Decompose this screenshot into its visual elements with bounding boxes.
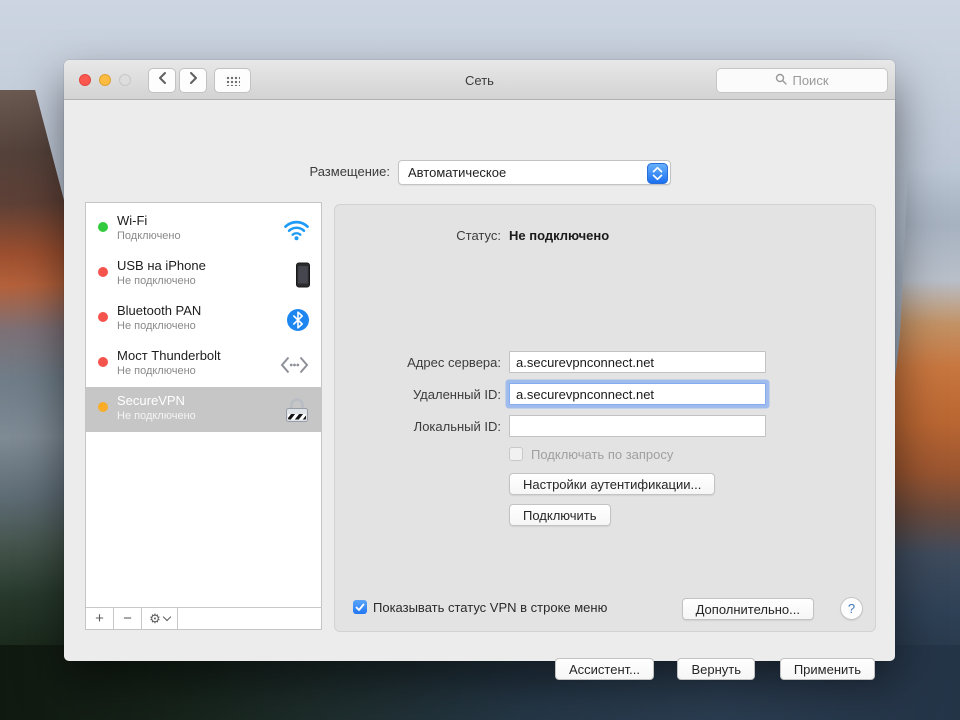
server-address-input[interactable] xyxy=(509,351,766,373)
service-row-securevpn[interactable]: SecureVPN Не подключено xyxy=(86,387,321,432)
service-detail-panel: Статус: Не подключено Адрес сервера: Уда… xyxy=(334,204,876,632)
service-name: Мост Thunderbolt xyxy=(117,348,221,363)
location-label: Размещение: xyxy=(309,164,390,179)
server-address-label: Адрес сервера: xyxy=(407,355,501,370)
remove-service-button[interactable]: − xyxy=(114,608,142,629)
window-titlebar: Сеть Поиск xyxy=(64,60,895,100)
auth-settings-button[interactable]: Настройки аутентификации... xyxy=(509,473,716,495)
location-value: Автоматическое xyxy=(408,165,507,180)
show-vpn-status-checkbox[interactable] xyxy=(353,600,367,614)
gear-icon: ⚙ xyxy=(149,610,161,626)
iphone-icon xyxy=(296,262,310,287)
vpn-lock-icon xyxy=(284,396,310,423)
remote-id-label: Удаленный ID: xyxy=(412,387,501,402)
thunderbolt-bridge-icon xyxy=(279,353,310,377)
status-label: Статус: xyxy=(456,228,501,243)
service-actions-button[interactable]: ⚙ xyxy=(142,608,178,629)
advanced-button[interactable]: Дополнительно... xyxy=(681,598,814,620)
local-id-input[interactable] xyxy=(509,415,766,437)
status-dot xyxy=(98,267,108,277)
status-dot xyxy=(98,312,108,322)
services-list: Wi-Fi Подключено USB на iPhone Не подклю… xyxy=(85,202,322,630)
service-row-thunderbolt-bridge[interactable]: Мост Thunderbolt Не подключено xyxy=(86,342,321,387)
service-name: SecureVPN xyxy=(117,393,185,408)
service-status: Не подключено xyxy=(117,320,196,332)
show-vpn-status-label: Показывать статус VPN в строке меню xyxy=(373,600,608,615)
service-status: Не подключено xyxy=(117,275,196,287)
search-placeholder: Поиск xyxy=(792,73,829,88)
wifi-icon xyxy=(283,219,310,241)
service-row-usb-iphone[interactable]: USB на iPhone Не подключено xyxy=(86,252,321,297)
search-field[interactable]: Поиск xyxy=(716,68,888,93)
bluetooth-icon xyxy=(286,308,310,332)
network-preferences-window: Сеть Поиск Размещение: Автоматическое Wi… xyxy=(64,60,895,680)
status-dot xyxy=(98,402,108,412)
service-name: Wi-Fi xyxy=(117,213,148,228)
check-icon xyxy=(355,603,365,611)
service-status: Не подключено xyxy=(117,410,196,422)
apply-button[interactable]: Применить xyxy=(779,658,875,680)
window-content: Размещение: Автоматическое Wi-Fi Подключ… xyxy=(64,100,895,680)
assistant-button[interactable]: Ассистент... xyxy=(555,658,654,680)
revert-button[interactable]: Вернуть xyxy=(677,658,755,680)
service-status: Подключено xyxy=(117,230,181,242)
services-list-toolbar: + − ⚙ xyxy=(86,607,321,629)
add-service-button[interactable]: + xyxy=(86,608,114,629)
service-name: USB на iPhone xyxy=(117,258,206,273)
help-button[interactable]: ? xyxy=(840,597,863,620)
chevron-down-icon xyxy=(162,612,172,622)
service-row-bluetooth-pan[interactable]: Bluetooth PAN Не подключено xyxy=(86,297,321,342)
service-name: Bluetooth PAN xyxy=(117,303,202,318)
location-select[interactable]: Автоматическое xyxy=(398,160,671,185)
connect-on-demand-label: Подключать по запросу xyxy=(531,447,674,462)
service-status: Не подключено xyxy=(117,365,196,377)
status-value: Не подключено xyxy=(509,228,610,243)
connect-button[interactable]: Подключить xyxy=(509,504,611,526)
connect-on-demand-checkbox[interactable] xyxy=(509,447,523,461)
status-dot xyxy=(98,222,108,232)
remote-id-input[interactable] xyxy=(509,383,766,405)
local-id-label: Локальный ID: xyxy=(413,419,501,434)
desktop: Сеть Поиск Размещение: Автоматическое Wi… xyxy=(0,0,960,720)
stepper-icon xyxy=(647,163,668,187)
service-row-wifi[interactable]: Wi-Fi Подключено xyxy=(86,207,321,252)
search-icon xyxy=(775,73,788,88)
status-dot xyxy=(98,357,108,367)
